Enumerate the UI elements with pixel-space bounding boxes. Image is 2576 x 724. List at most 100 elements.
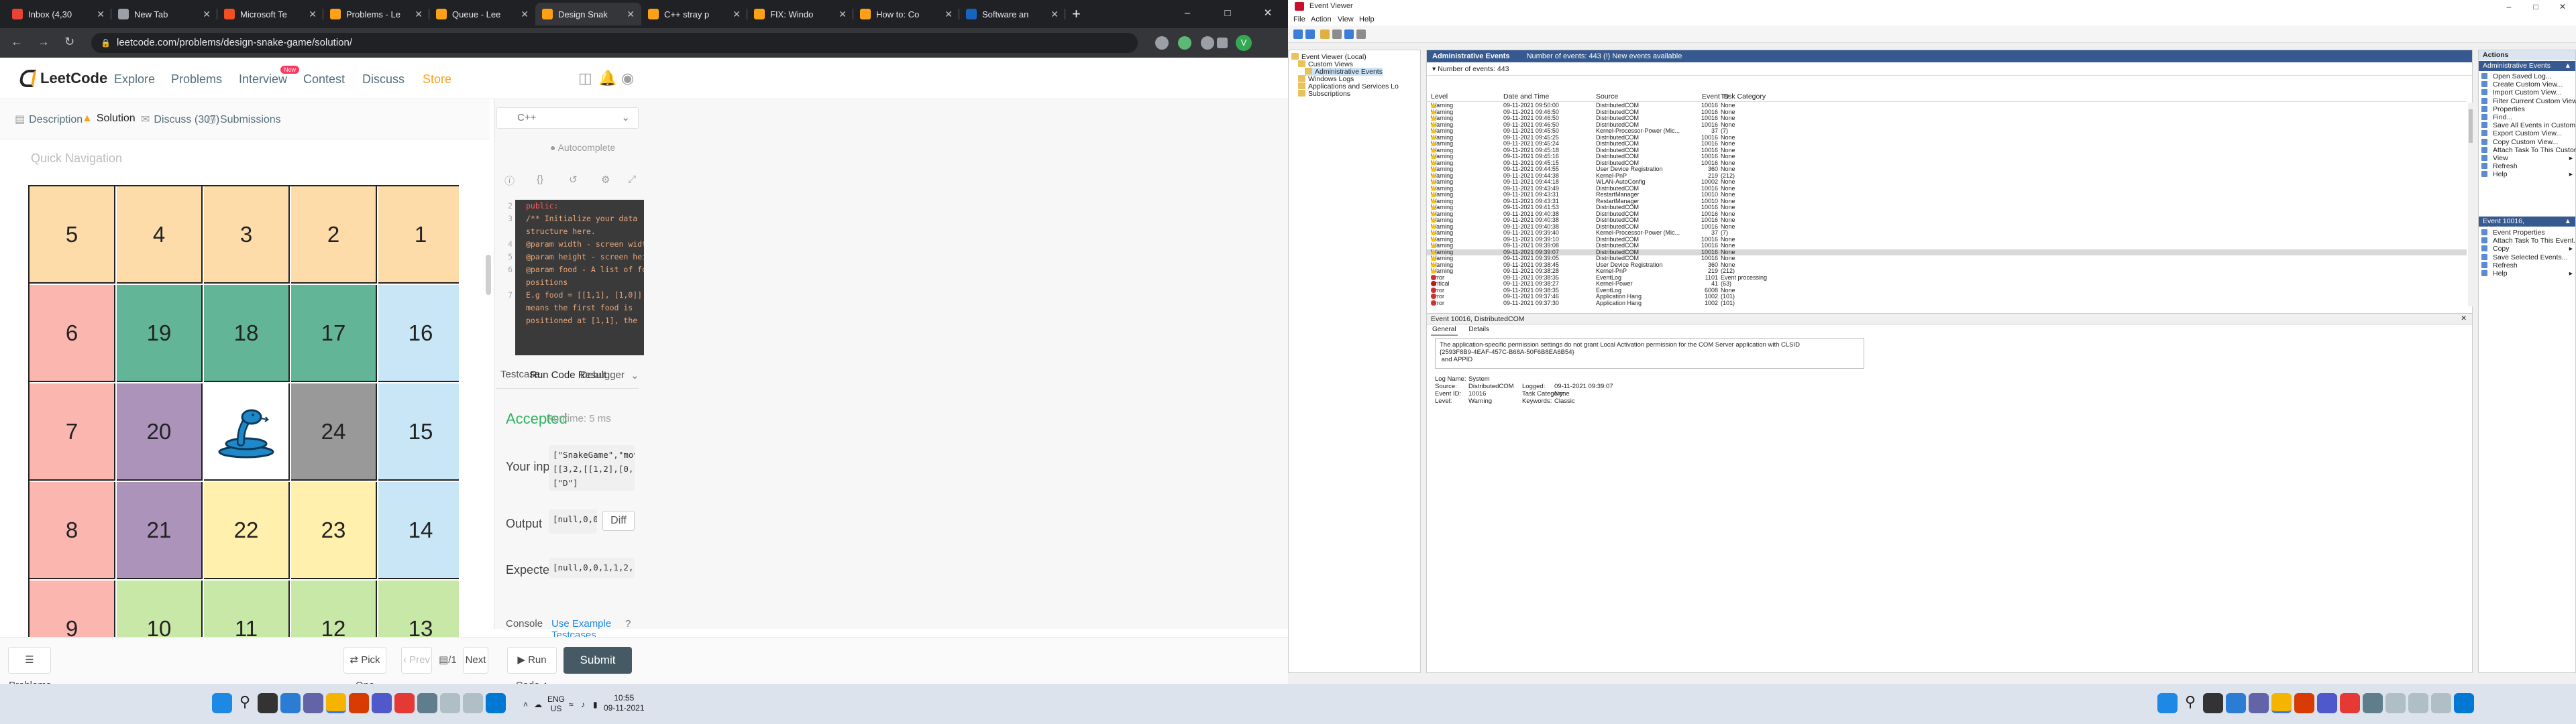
tab-close-icon[interactable]: ✕	[941, 9, 953, 20]
menu-action[interactable]: Action	[1311, 15, 1332, 23]
event-row[interactable]: Warning 09-11-2021 09:39:08 DistributedCOM…	[1427, 242, 2467, 249]
action-item[interactable]: Save All Events in Custom View As...	[2481, 121, 2576, 129]
action-item[interactable]: Refresh	[2481, 261, 2575, 269]
actions-section-event[interactable]: Event 10016, DistributedCOM ▲	[2479, 217, 2575, 233]
tab-close-icon[interactable]: ✕	[305, 9, 317, 20]
actions-section-admin-events[interactable]: Administrative Events ▲	[2479, 61, 2575, 71]
event-row[interactable]: Error 09-11-2021 09:37:30 Application Hang…	[1427, 300, 2467, 307]
code-editor[interactable]: 2 3 4 5 6 7 public: /** Initialize your data st…	[496, 200, 644, 355]
event-row[interactable]: Warning 09-11-2021 09:45:50 Kernel-Process…	[1427, 127, 2467, 135]
diff-button[interactable]: Diff	[602, 511, 635, 531]
office-icon[interactable]	[2294, 693, 2314, 713]
close-icon[interactable]: ✕	[2461, 314, 2467, 322]
event-row[interactable]: Warning 09-11-2021 09:46:50 DistributedCOM…	[1427, 109, 2467, 116]
app-icon[interactable]	[2431, 693, 2451, 713]
browser-tab[interactable]: Software an ✕	[959, 3, 1065, 25]
scrollbar[interactable]	[486, 255, 491, 295]
tab-close-icon[interactable]: ✕	[411, 9, 423, 20]
forward-icon[interactable]: →	[38, 35, 50, 49]
tab-close-icon[interactable]: ✕	[1046, 9, 1059, 20]
tab-close-icon[interactable]: ✕	[517, 9, 529, 20]
event-row[interactable]: Warning 09-11-2021 09:41:53 DistributedCOM…	[1427, 204, 2467, 211]
teams-chat-icon[interactable]	[303, 693, 323, 713]
profile-avatar[interactable]: V	[1236, 35, 1252, 51]
language-indicator[interactable]: ENG US	[547, 695, 565, 713]
task-view-icon[interactable]	[258, 693, 278, 713]
event-row[interactable]: Error 09-11-2021 09:37:46 Application Hang…	[1427, 293, 2467, 300]
event-row[interactable]: Warning 09-11-2021 09:45:25 DistributedCOM…	[1427, 134, 2467, 141]
settings-icon[interactable]: ⚙	[601, 174, 610, 186]
folder-icon[interactable]	[1320, 29, 1330, 39]
extension-icon[interactable]	[1178, 36, 1191, 50]
app-icon[interactable]	[2340, 693, 2360, 713]
col-task-category[interactable]: Task Category	[1721, 93, 1766, 101]
language-select[interactable]: C++ ⌄	[496, 107, 639, 129]
action-item[interactable]: Copy ▸	[2481, 245, 2575, 253]
chrome-icon[interactable]	[326, 693, 346, 713]
event-row[interactable]: Warning 09-11-2021 09:44:18 WLAN-AutoConfi…	[1427, 178, 2467, 186]
tree-item[interactable]: Subscriptions	[1298, 90, 1350, 98]
event-row[interactable]: Error 09-11-2021 09:38:35 EventLog 1101 Even…	[1427, 274, 2467, 282]
reset-icon[interactable]: ↺	[569, 174, 578, 186]
event-row[interactable]: Warning 09-11-2021 09:44:55 User Device Re…	[1427, 166, 2467, 173]
event-row[interactable]: Warning 09-11-2021 09:38:45 User Device Re…	[1427, 261, 2467, 269]
action-item[interactable]: Save Selected Events...	[2481, 253, 2575, 261]
tab-description[interactable]: ▤ Description	[15, 113, 83, 126]
event-row[interactable]: Warning 09-11-2021 09:45:24 DistributedCOM…	[1427, 140, 2467, 147]
new-tab-button[interactable]: +	[1072, 5, 1081, 23]
nav-discuss[interactable]: Discuss	[362, 72, 405, 86]
event-row[interactable]: Warning 09-11-2021 09:46:50 DistributedCOM…	[1427, 115, 2467, 122]
app-icon[interactable]	[394, 693, 415, 713]
reading-list-icon[interactable]	[1217, 38, 1228, 48]
view-icon[interactable]	[1332, 29, 1342, 39]
browser-tab[interactable]: Microsoft Te ✕	[217, 3, 323, 25]
action-item[interactable]: Create Custom View...	[2481, 80, 2575, 88]
tab-submissions[interactable]: ◷ Submissions	[207, 113, 281, 126]
minimize-icon[interactable]: –	[2496, 0, 2522, 13]
playground-icon[interactable]: ◫	[578, 70, 592, 87]
action-item[interactable]: Copy Custom View...	[2481, 138, 2575, 146]
browser-tab[interactable]: FIX: Windo ✕	[747, 3, 853, 25]
volume-icon[interactable]: ♪	[581, 700, 585, 709]
search-icon[interactable]: ⚲	[235, 693, 255, 713]
menu-view[interactable]: View	[1338, 15, 1354, 23]
col-source[interactable]: Source	[1596, 93, 1618, 101]
col-date-time[interactable]: Date and Time	[1503, 93, 1549, 101]
search-icon[interactable]: ⚲	[2180, 693, 2200, 713]
action-item[interactable]: Properties	[2481, 105, 2575, 113]
minimize-icon[interactable]: –	[1167, 0, 1208, 28]
help-icon[interactable]	[1344, 29, 1354, 39]
bell-icon[interactable]: 🔔	[598, 70, 616, 87]
browser-tab[interactable]: C++ stray p ✕	[641, 3, 747, 25]
action-item[interactable]: Help ▸	[2481, 170, 2575, 178]
event-row[interactable]: Warning 09-11-2021 09:43:31 RestartManager…	[1427, 198, 2467, 205]
nav-explore[interactable]: Explore	[114, 72, 155, 86]
event-row[interactable]: Critical 09-11-2021 09:38:27 Kernel-Power 4…	[1427, 280, 2467, 288]
action-item[interactable]: Attach Task To This Custom View...	[2481, 146, 2576, 154]
tab-debugger[interactable]: Debugger	[580, 369, 625, 381]
user-avatar-icon[interactable]: ◉	[621, 70, 634, 87]
app-icon[interactable]	[2385, 693, 2406, 713]
quick-navigation[interactable]: Quick Navigation	[31, 152, 122, 166]
event-row[interactable]: Warning 09-11-2021 09:46:50 DistributedCOM…	[1427, 121, 2467, 129]
app-icon[interactable]	[463, 693, 483, 713]
teams-chat-icon[interactable]	[2249, 693, 2269, 713]
scrollbar-thumb[interactable]	[2469, 109, 2473, 143]
extension-icon[interactable]	[1155, 36, 1169, 50]
browser-tab[interactable]: Design Snak ✕	[535, 3, 641, 25]
console-toggle[interactable]: Console	[506, 618, 543, 629]
browser-tab[interactable]: Queue - Lee ✕	[429, 3, 535, 25]
action-item[interactable]: Attach Task To This Event...	[2481, 237, 2576, 245]
menu-file[interactable]: File	[1293, 15, 1305, 23]
vscode-icon[interactable]	[2454, 693, 2474, 713]
maximize-icon[interactable]: □	[1208, 0, 1248, 28]
url-input[interactable]: 🔒 leetcode.com/problems/design-snake-gam…	[91, 33, 1138, 53]
back-icon[interactable]	[1293, 29, 1303, 39]
app-icon[interactable]	[440, 693, 460, 713]
properties-icon[interactable]	[1356, 29, 1366, 39]
event-row[interactable]: Warning 09-11-2021 09:45:15 DistributedCOM…	[1427, 160, 2467, 167]
menu-help[interactable]: Help	[1359, 15, 1375, 23]
problems-button[interactable]: ☰ Problems	[8, 647, 51, 691]
nav-interview[interactable]: Interview	[239, 72, 287, 86]
event-row[interactable]: Warning 09-11-2021 09:50:00 DistributedCOM…	[1427, 103, 2467, 109]
